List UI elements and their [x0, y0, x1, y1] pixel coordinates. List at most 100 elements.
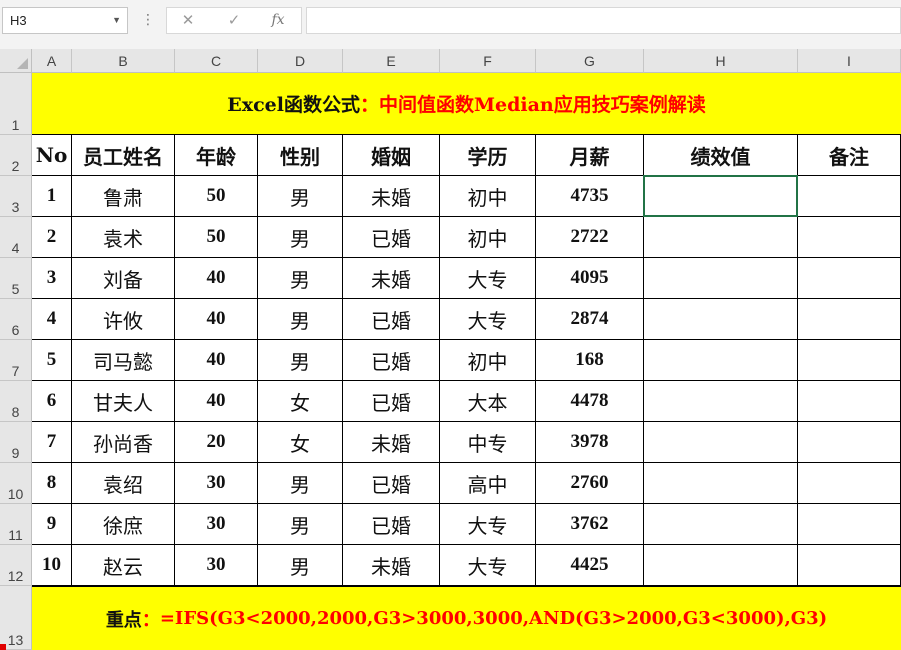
table-cell[interactable]: 初中 [440, 340, 536, 381]
table-cell[interactable]: 女 [258, 381, 343, 422]
table-cell[interactable]: 5 [32, 340, 72, 381]
table-cell[interactable] [798, 340, 901, 381]
table-cell[interactable]: 袁术 [72, 217, 175, 258]
insert-function-icon[interactable]: fx [263, 8, 293, 33]
chevron-down-icon[interactable]: ▼ [112, 8, 121, 33]
table-cell[interactable]: 已婚 [343, 381, 440, 422]
table-cell[interactable]: 8 [32, 463, 72, 504]
row-header-10[interactable]: 10 [0, 463, 32, 504]
table-cell[interactable]: 已婚 [343, 463, 440, 504]
column-header-g[interactable]: G [536, 49, 644, 73]
column-header-h[interactable]: H [644, 49, 798, 73]
table-cell[interactable]: 中专 [440, 422, 536, 463]
table-cell[interactable]: 已婚 [343, 504, 440, 545]
table-cell[interactable]: 徐庶 [72, 504, 175, 545]
header-cell[interactable]: 年龄 [175, 135, 258, 176]
table-cell[interactable]: 50 [175, 217, 258, 258]
table-cell[interactable]: 男 [258, 504, 343, 545]
column-header-b[interactable]: B [72, 49, 175, 73]
table-cell[interactable] [798, 176, 901, 217]
header-cell[interactable]: No [32, 135, 72, 176]
table-cell[interactable]: 男 [258, 299, 343, 340]
row-header-1[interactable]: 1 [0, 73, 32, 135]
table-cell[interactable]: 4425 [536, 545, 644, 586]
table-cell[interactable] [644, 381, 798, 422]
table-cell[interactable]: 男 [258, 217, 343, 258]
table-cell[interactable] [798, 545, 901, 586]
table-cell[interactable]: 赵云 [72, 545, 175, 586]
table-cell[interactable]: 40 [175, 381, 258, 422]
table-cell[interactable]: 9 [32, 504, 72, 545]
table-cell[interactable]: 30 [175, 463, 258, 504]
row-header-7[interactable]: 7 [0, 340, 32, 381]
table-cell[interactable] [798, 504, 901, 545]
table-cell[interactable]: 未婚 [343, 258, 440, 299]
sheet-title[interactable]: Excel函数公式：中间值函数Median应用技巧案例解读 [32, 73, 901, 135]
column-header-i[interactable]: I [798, 49, 901, 73]
table-cell[interactable]: 男 [258, 176, 343, 217]
table-cell[interactable]: 2 [32, 217, 72, 258]
table-cell[interactable]: 40 [175, 299, 258, 340]
table-cell[interactable] [798, 463, 901, 504]
column-header-e[interactable]: E [343, 49, 440, 73]
header-cell[interactable]: 婚姻 [343, 135, 440, 176]
table-cell[interactable] [644, 176, 798, 217]
table-cell[interactable]: 3978 [536, 422, 644, 463]
table-cell[interactable]: 3762 [536, 504, 644, 545]
enter-icon[interactable]: ✓ [219, 8, 249, 33]
table-cell[interactable]: 10 [32, 545, 72, 586]
table-cell[interactable]: 未婚 [343, 176, 440, 217]
table-cell[interactable]: 168 [536, 340, 644, 381]
table-cell[interactable]: 40 [175, 258, 258, 299]
table-cell[interactable] [644, 504, 798, 545]
table-cell[interactable]: 男 [258, 463, 343, 504]
table-cell[interactable]: 2722 [536, 217, 644, 258]
table-cell[interactable] [644, 258, 798, 299]
table-cell[interactable]: 2760 [536, 463, 644, 504]
row-header-6[interactable]: 6 [0, 299, 32, 340]
column-header-d[interactable]: D [258, 49, 343, 73]
table-cell[interactable]: 大专 [440, 258, 536, 299]
table-cell[interactable]: 大本 [440, 381, 536, 422]
table-cell[interactable]: 已婚 [343, 217, 440, 258]
table-cell[interactable]: 许攸 [72, 299, 175, 340]
row-header-9[interactable]: 9 [0, 422, 32, 463]
header-cell[interactable]: 月薪 [536, 135, 644, 176]
cancel-icon[interactable]: ✕ [173, 8, 203, 33]
table-cell[interactable]: 1 [32, 176, 72, 217]
header-cell[interactable]: 员工姓名 [72, 135, 175, 176]
table-cell[interactable]: 7 [32, 422, 72, 463]
table-cell[interactable]: 4 [32, 299, 72, 340]
table-cell[interactable]: 未婚 [343, 422, 440, 463]
column-header-c[interactable]: C [175, 49, 258, 73]
table-cell[interactable] [644, 422, 798, 463]
select-all-button[interactable] [0, 49, 32, 73]
row-header-3[interactable]: 3 [0, 176, 32, 217]
name-box[interactable]: H3 ▼ [2, 7, 128, 34]
table-cell[interactable]: 2874 [536, 299, 644, 340]
table-cell[interactable]: 孙尚香 [72, 422, 175, 463]
header-cell[interactable]: 性别 [258, 135, 343, 176]
table-cell[interactable]: 50 [175, 176, 258, 217]
column-header-a[interactable]: A [32, 49, 72, 73]
table-cell[interactable] [644, 463, 798, 504]
formula-note[interactable]: 重点： =IFS(G3<2000,2000,G3>3000,3000,AND(G3… [32, 586, 901, 650]
table-cell[interactable]: 袁绍 [72, 463, 175, 504]
table-cell[interactable]: 已婚 [343, 340, 440, 381]
table-cell[interactable]: 初中 [440, 217, 536, 258]
table-cell[interactable]: 男 [258, 340, 343, 381]
table-cell[interactable] [798, 217, 901, 258]
row-header-2[interactable]: 2 [0, 135, 32, 176]
table-cell[interactable] [644, 299, 798, 340]
table-cell[interactable]: 司马懿 [72, 340, 175, 381]
table-cell[interactable]: 40 [175, 340, 258, 381]
table-cell[interactable]: 男 [258, 258, 343, 299]
table-cell[interactable]: 高中 [440, 463, 536, 504]
table-cell[interactable]: 大专 [440, 504, 536, 545]
table-cell[interactable]: 初中 [440, 176, 536, 217]
table-cell[interactable]: 已婚 [343, 299, 440, 340]
table-cell[interactable] [798, 422, 901, 463]
table-cell[interactable]: 30 [175, 545, 258, 586]
row-header-11[interactable]: 11 [0, 504, 32, 545]
table-cell[interactable] [644, 217, 798, 258]
